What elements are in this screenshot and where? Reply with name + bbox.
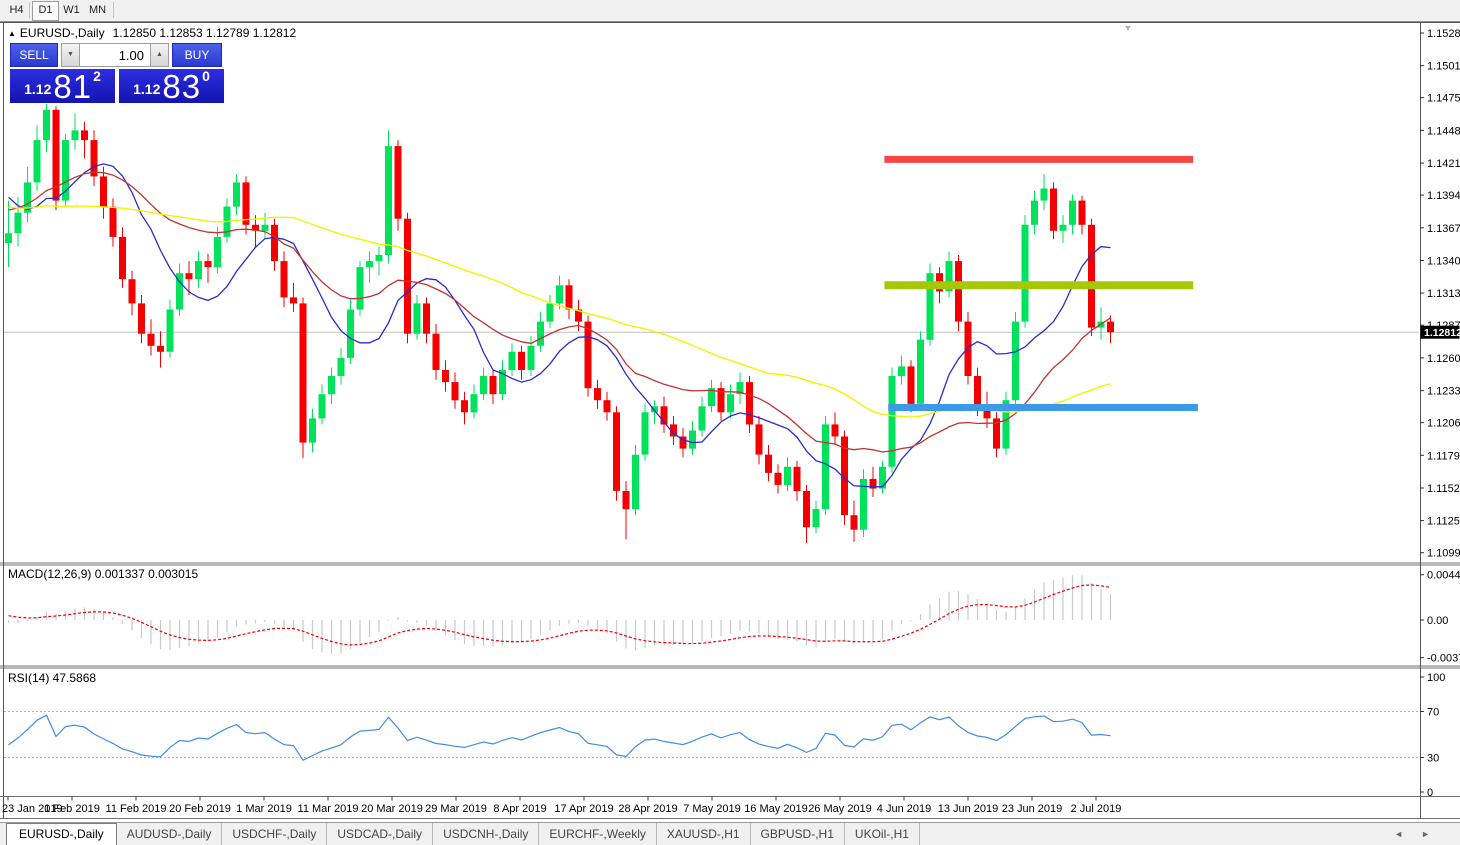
svg-text:100: 100: [1427, 672, 1445, 684]
svg-text:30: 30: [1427, 753, 1439, 765]
macd-pane-group: [9, 575, 1111, 654]
svg-text:26 May 2019: 26 May 2019: [808, 803, 872, 815]
svg-text:4 Jun 2019: 4 Jun 2019: [877, 803, 931, 815]
buy-price-big-digits: 83: [162, 72, 201, 101]
chart-shift-marker-icon: ▼: [1124, 23, 1133, 33]
svg-text:8 Apr 2019: 8 Apr 2019: [493, 803, 546, 815]
svg-text:20 Feb 2019: 20 Feb 2019: [169, 803, 231, 815]
macd-signal-line: [9, 585, 1111, 645]
svg-text:17 Apr 2019: 17 Apr 2019: [554, 803, 613, 815]
svg-text:70: 70: [1427, 707, 1439, 719]
svg-text:1.11795: 1.11795: [1427, 450, 1460, 462]
candles-group: [5, 104, 1114, 543]
svg-text:1.12065: 1.12065: [1427, 418, 1460, 430]
volume-decrease-button[interactable]: ▼: [61, 43, 80, 67]
rsi-indicator-label: RSI(14) 47.5868: [8, 671, 96, 685]
volume-increase-button[interactable]: ▲: [150, 43, 169, 67]
svg-text:1.14750: 1.14750: [1427, 93, 1460, 105]
one-click-trading-panel: SELL ▼ ▲ BUY 1.12 81 2 1.12 83 0: [10, 43, 224, 103]
svg-text:1.15285: 1.15285: [1427, 28, 1460, 40]
tab-xauusd[interactable]: XAUUSD-,H1: [657, 823, 751, 845]
buy-price-pip-digit: 0: [202, 68, 210, 84]
chart-symbol-label: EURUSD-,Daily: [20, 26, 105, 40]
collapse-arrow-icon[interactable]: ▲: [8, 29, 16, 38]
buy-button[interactable]: BUY: [172, 43, 222, 67]
svg-text:0.004465: 0.004465: [1427, 570, 1460, 582]
svg-text:1.13405: 1.13405: [1427, 256, 1460, 268]
rsi-line: [9, 715, 1111, 760]
scroll-right-icon[interactable]: ►: [1421, 829, 1448, 839]
svg-text:1 Mar 2019: 1 Mar 2019: [236, 803, 292, 815]
tab-usdcad[interactable]: USDCAD-,Daily: [327, 823, 433, 845]
chart-canvas[interactable]: ▼ 1.15285 1.15015 1.14750 1.14480 1.14210 1.13…: [0, 0, 1460, 845]
svg-text:0.00: 0.00: [1427, 615, 1448, 627]
tab-ukoil[interactable]: UKOil-,H1: [845, 823, 920, 845]
svg-text:29 Mar 2019: 29 Mar 2019: [425, 803, 487, 815]
svg-text:1.14210: 1.14210: [1427, 158, 1460, 170]
svg-text:1.12330: 1.12330: [1427, 386, 1460, 398]
volume-input[interactable]: [80, 43, 150, 67]
tab-scroll-arrows[interactable]: ◄►: [1394, 829, 1448, 839]
tab-gbpusd[interactable]: GBPUSD-,H1: [751, 823, 845, 845]
svg-text:1.13135: 1.13135: [1427, 288, 1460, 300]
time-scale[interactable]: 23 Jan 20191 Feb 201911 Feb 201920 Feb 2…: [2, 797, 1121, 816]
svg-text:2 Jul 2019: 2 Jul 2019: [1071, 803, 1122, 815]
svg-text:-0.003715: -0.003715: [1427, 653, 1460, 665]
current-price-tag: 1.12812: [1421, 326, 1460, 340]
svg-text:11 Feb 2019: 11 Feb 2019: [106, 803, 167, 815]
tab-usdcnh[interactable]: USDCNH-,Daily: [433, 823, 539, 845]
svg-text:1.11255: 1.11255: [1427, 516, 1460, 528]
svg-text:1.12812: 1.12812: [1424, 327, 1460, 339]
sell-price-button[interactable]: 1.12 81 2: [10, 69, 115, 103]
svg-text:7 May 2019: 7 May 2019: [683, 803, 740, 815]
sell-price-prefix: 1.12: [24, 81, 51, 97]
svg-text:0: 0: [1427, 787, 1433, 799]
svg-text:11 Mar 2019: 11 Mar 2019: [298, 803, 359, 815]
svg-text:20 Mar 2019: 20 Mar 2019: [361, 803, 423, 815]
rsi-pane-group: [4, 712, 1419, 761]
sell-button[interactable]: SELL: [10, 43, 58, 67]
tab-eurusd[interactable]: EURUSD-,Daily: [6, 823, 117, 845]
sell-price-big-digits: 81: [53, 72, 92, 101]
svg-text:13 Jun 2019: 13 Jun 2019: [938, 803, 999, 815]
sell-price-pip-digit: 2: [93, 68, 101, 84]
svg-text:28 Apr 2019: 28 Apr 2019: [618, 803, 677, 815]
svg-text:1.13675: 1.13675: [1427, 223, 1460, 235]
svg-text:1.12600: 1.12600: [1427, 353, 1460, 365]
macd-indicator-label: MACD(12,26,9) 0.001337 0.003015: [8, 567, 198, 581]
svg-text:1.15015: 1.15015: [1427, 61, 1460, 73]
mt4-window: H4 D1 W1 MN ▼1.152851.150151.147501.1448…: [0, 0, 1460, 845]
svg-text:16 May 2019: 16 May 2019: [744, 803, 808, 815]
buy-price-prefix: 1.12: [133, 81, 160, 97]
tab-usdchf[interactable]: USDCHF-,Daily: [222, 823, 327, 845]
svg-text:1 Feb 2019: 1 Feb 2019: [44, 803, 100, 815]
svg-text:1.14480: 1.14480: [1427, 125, 1460, 137]
svg-text:23 Jun 2019: 23 Jun 2019: [1002, 803, 1063, 815]
chart-ohlc-values: 1.12850 1.12853 1.12789 1.12812: [113, 26, 297, 40]
svg-text:1.13945: 1.13945: [1427, 190, 1460, 202]
chart-tab-bar: EURUSD-,Daily AUDUSD-,Daily USDCHF-,Dail…: [0, 822, 1460, 845]
moving-average-line-0: [9, 164, 1111, 487]
borders-group: [0, 22, 1460, 819]
tab-audusd[interactable]: AUDUSD-,Daily: [117, 823, 223, 845]
svg-text:1.11525: 1.11525: [1427, 483, 1460, 495]
scroll-left-icon[interactable]: ◄: [1394, 829, 1421, 839]
price-scale[interactable]: 1.15285 1.15015 1.14750 1.14480 1.14210 1.139…: [1420, 28, 1460, 799]
tab-eurchf[interactable]: EURCHF-,Weekly: [539, 823, 656, 845]
svg-text:1.10990: 1.10990: [1427, 548, 1460, 560]
chart-title: ▲ EURUSD-,Daily 1.12850 1.12853 1.12789 1.…: [8, 26, 296, 40]
buy-price-button[interactable]: 1.12 83 0: [119, 69, 224, 103]
